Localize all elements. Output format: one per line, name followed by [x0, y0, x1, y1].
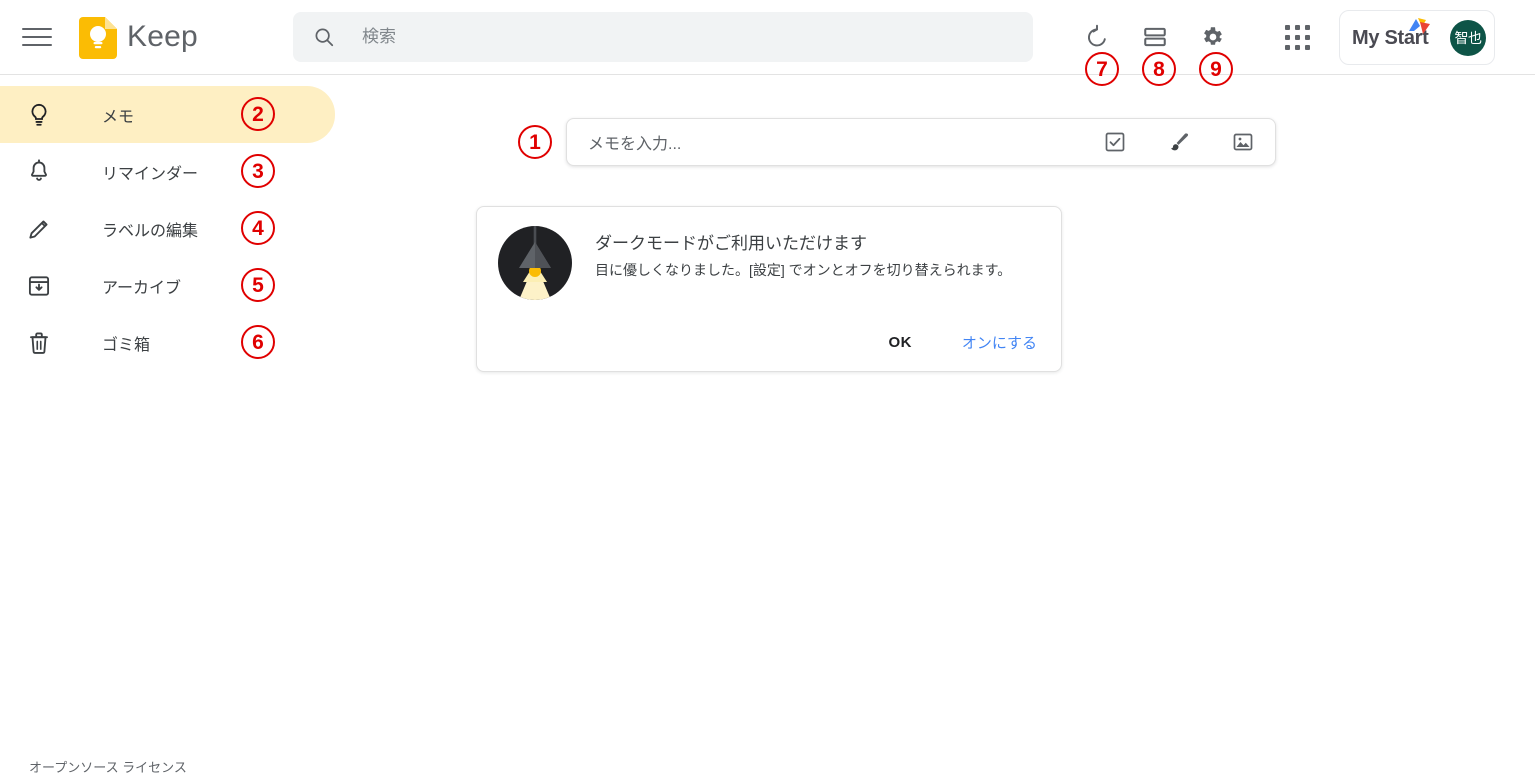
sidebar-item-label: メモ [102, 108, 135, 126]
trash-icon [30, 332, 48, 354]
keep-app-window: Keep 検索 My Start 智也 7 8 9 メモ 2 リマインダー 3 … [0, 0, 1535, 780]
brush-icon[interactable] [1167, 130, 1191, 154]
annotation-badge-1: 1 [518, 125, 552, 159]
dark-mode-card-actions: OK オンにする [889, 332, 1037, 353]
annotation-badge-7: 7 [1085, 52, 1119, 86]
annotation-badge-5: 5 [241, 268, 275, 302]
annotation-badge-3: 3 [241, 154, 275, 188]
annotation-badge-6: 6 [241, 325, 275, 359]
note-composer[interactable]: メモを入力... [566, 118, 1276, 166]
sidebar-item-edit-labels[interactable]: ラベルの編集 4 [0, 200, 335, 257]
note-composer-actions [1103, 130, 1255, 154]
annotation-badge-2: 2 [241, 97, 275, 131]
settings-button[interactable] [1195, 20, 1229, 54]
sidebar-item-archive[interactable]: アーカイブ 5 [0, 257, 335, 314]
archive-icon [28, 275, 50, 296]
bulb-icon [31, 103, 47, 126]
checkbox-icon[interactable] [1103, 130, 1127, 154]
list-view-button[interactable] [1138, 20, 1172, 54]
sidebar-item-notes[interactable]: メモ 2 [0, 86, 335, 143]
hamburger-line [22, 28, 52, 30]
mystart-triangles-logo [1409, 17, 1430, 34]
sidebar: メモ 2 リマインダー 3 ラベルの編集 4 アーカイブ 5 ゴミ箱 6 [0, 86, 335, 371]
apps-grid-button[interactable] [1281, 21, 1313, 53]
sidebar-item-label: ラベルの編集 [102, 222, 199, 240]
bell-icon [31, 158, 47, 181]
annotation-badge-8: 8 [1142, 52, 1176, 86]
sidebar-item-label: ゴミ箱 [102, 336, 151, 354]
gear-icon [1204, 27, 1222, 45]
dark-mode-card-title: ダークモードがご利用いただけます [595, 234, 867, 253]
dark-mode-card: ダークモードがご利用いただけます 目に優しくなりました。[設定] でオンとオフを… [476, 206, 1062, 372]
apps-grid-icon [1284, 24, 1310, 50]
refresh-button[interactable] [1080, 20, 1114, 54]
sidebar-item-trash[interactable]: ゴミ箱 6 [0, 314, 335, 371]
search-input[interactable] [362, 27, 962, 47]
annotation-badge-4: 4 [241, 211, 275, 245]
hamburger-line [22, 44, 52, 46]
image-icon[interactable] [1231, 130, 1255, 154]
avatar[interactable]: 智也 [1450, 19, 1486, 56]
pencil-icon [29, 219, 48, 239]
keep-note-bulb-icon[interactable] [79, 17, 117, 59]
hamburger-line [22, 36, 52, 38]
refresh-icon [1088, 24, 1106, 47]
list-view-icon [1144, 27, 1166, 47]
dark-mode-ok-button[interactable]: OK [889, 334, 912, 351]
sidebar-item-label: リマインダー [102, 165, 199, 183]
note-composer-placeholder: メモを入力... [588, 136, 682, 153]
search-icon [315, 28, 334, 47]
open-source-licenses-link[interactable]: オープンソース ライセンス [29, 757, 187, 776]
mystart-brand: My Start [1352, 17, 1444, 53]
annotation-badge-9: 9 [1199, 52, 1233, 86]
account-chip[interactable]: My Start 智也 [1339, 10, 1495, 65]
lamp-dark-mode-illustration [498, 226, 572, 300]
app-title: Keep [127, 20, 198, 53]
dark-mode-enable-button[interactable]: オンにする [962, 332, 1037, 353]
dark-mode-card-body: 目に優しくなりました。[設定] でオンとオフを切り替えられます。 [595, 262, 1012, 278]
hamburger-menu-icon[interactable] [22, 22, 56, 52]
sidebar-item-label: アーカイブ [102, 279, 182, 297]
sidebar-item-reminders[interactable]: リマインダー 3 [0, 143, 335, 200]
app-header: Keep 検索 My Start 智也 7 8 9 [0, 0, 1535, 86]
search-bar[interactable] [293, 12, 1033, 62]
